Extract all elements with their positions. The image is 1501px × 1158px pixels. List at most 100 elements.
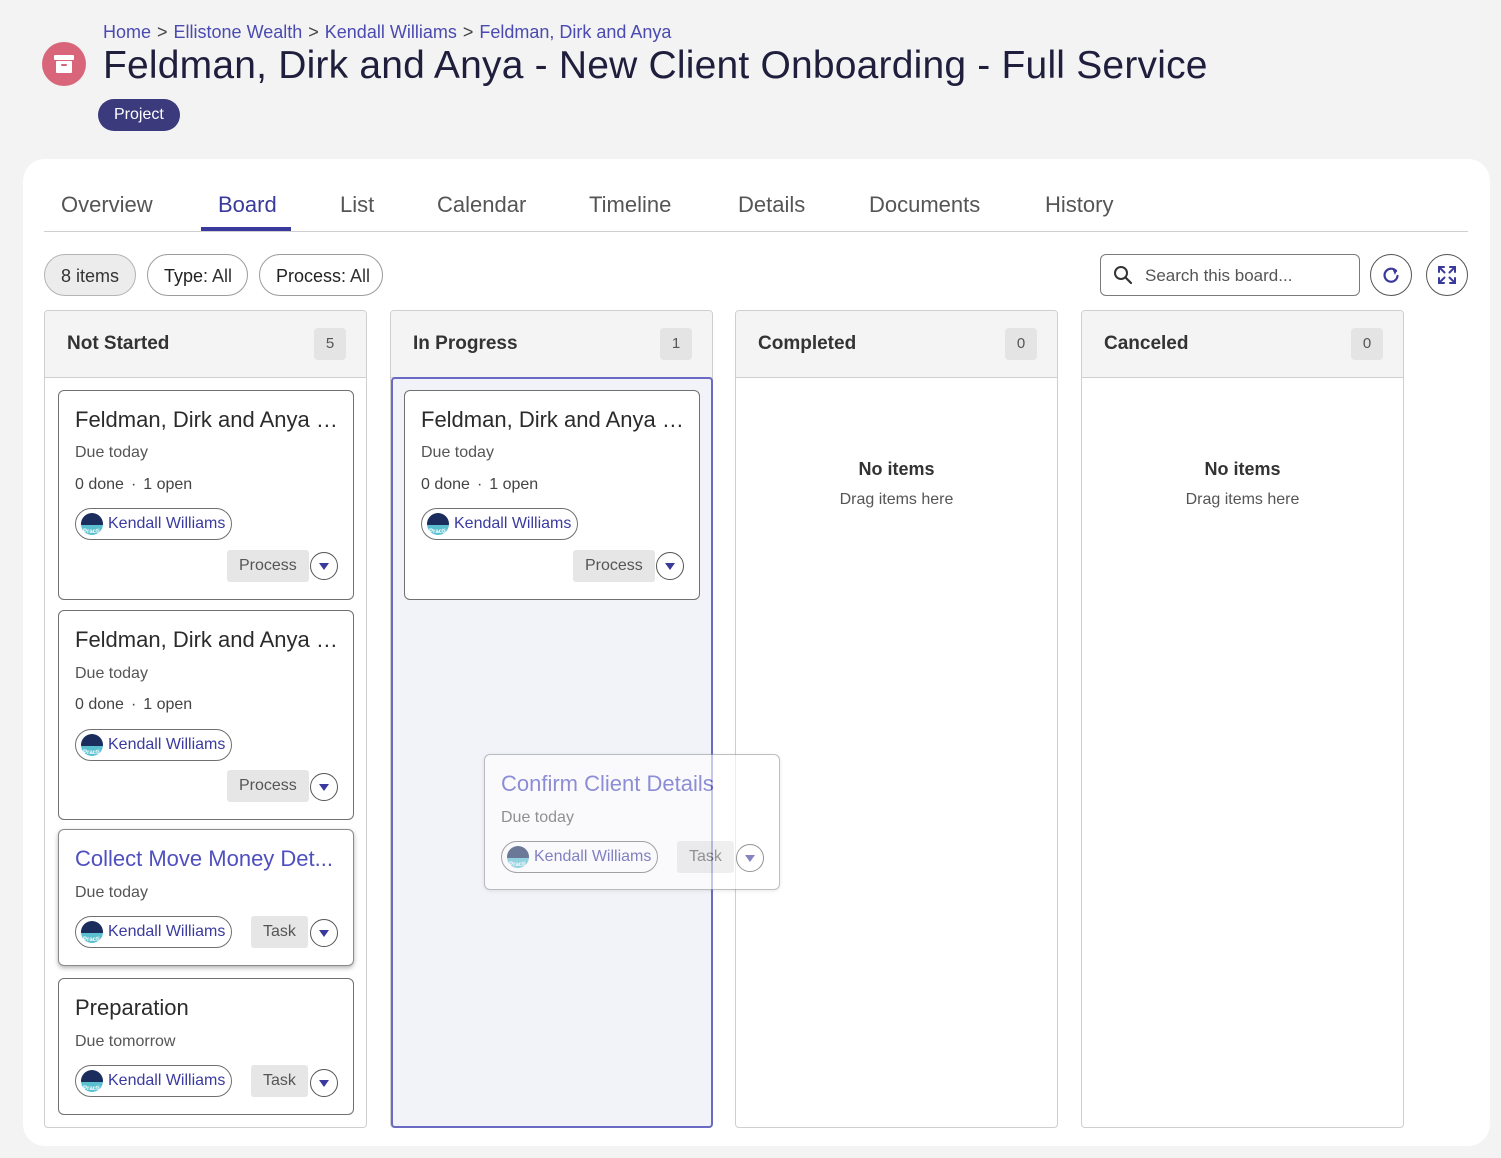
card-menu-button[interactable] <box>310 919 338 947</box>
open-count: 1 open <box>489 476 539 493</box>
active-tab-indicator <box>201 227 291 231</box>
assignee-chip[interactable]: Practi Kendall Williams <box>75 729 233 761</box>
search-input[interactable] <box>1143 263 1352 289</box>
chevron-down-icon <box>319 563 329 570</box>
tab-board[interactable]: Board <box>218 187 277 231</box>
breadcrumb-advisor[interactable]: Kendall Williams <box>325 22 457 42</box>
type-tag: Process <box>227 770 309 802</box>
card-progress: 0 done · 1 open <box>75 476 192 494</box>
process-filter-chip[interactable]: Process: All <box>259 254 383 296</box>
open-count: 1 open <box>143 696 193 713</box>
column-header: In Progress 1 <box>391 311 712 378</box>
board-card[interactable]: Feldman, Dirk and Anya -... Due today 0 … <box>58 390 354 600</box>
card-menu-button[interactable] <box>310 773 338 801</box>
tab-calendar[interactable]: Calendar <box>437 187 526 231</box>
assignee-name: Kendall Williams <box>108 923 226 940</box>
type-filter-label: Type: <box>164 266 209 286</box>
tab-list[interactable]: List <box>340 187 374 231</box>
card-due-date: Due today <box>75 444 148 461</box>
open-count: 1 open <box>143 476 193 493</box>
card-title[interactable]: Preparation <box>75 995 339 1021</box>
avatar-text: Practi <box>429 529 446 535</box>
breadcrumb-separator: > <box>157 22 168 42</box>
chevron-down-icon <box>319 1080 329 1087</box>
column-count: 0 <box>1005 328 1037 360</box>
board-card[interactable]: Collect Move Money Det... Due today Prac… <box>58 829 354 966</box>
fullscreen-button[interactable] <box>1426 254 1468 296</box>
type-tag: Task <box>251 916 308 948</box>
card-title[interactable]: Feldman, Dirk and Anya -... <box>75 627 339 653</box>
column-completed: Completed 0 No items Drag items here <box>735 310 1058 1128</box>
assignee-name: Kendall Williams <box>534 848 652 865</box>
breadcrumb-client[interactable]: Feldman, Dirk and Anya <box>479 22 671 42</box>
avatar: Practi <box>427 513 449 535</box>
done-count: 0 done <box>75 476 124 493</box>
column-title: Canceled <box>1104 333 1189 354</box>
type-tag: Process <box>573 550 655 582</box>
card-menu-button[interactable] <box>736 844 764 872</box>
breadcrumb: Home > Ellistone Wealth > Kendall Williams > F… <box>103 22 671 43</box>
column-header: Not Started 5 <box>45 311 366 378</box>
tab-overview[interactable]: Overview <box>61 187 153 231</box>
card-due-date: Due today <box>75 665 148 682</box>
tab-documents[interactable]: Documents <box>869 187 980 231</box>
assignee-name: Kendall Williams <box>108 736 226 753</box>
assignee-chip[interactable]: Practi Kendall Williams <box>75 508 233 540</box>
column-title: Completed <box>758 333 857 354</box>
item-count-chip[interactable]: 8 items <box>44 254 136 296</box>
dragging-card[interactable]: Confirm Client Details Due today Practi K… <box>484 754 780 890</box>
card-title[interactable]: Feldman, Dirk and Anya -... <box>421 407 685 433</box>
assignee-chip[interactable]: Practi Kendall Williams <box>501 841 659 873</box>
avatar: Practi <box>81 513 103 535</box>
type-filter-value: All <box>212 266 233 286</box>
tab-history[interactable]: History <box>1045 187 1113 231</box>
column-count: 1 <box>660 328 692 360</box>
breadcrumb-organization[interactable]: Ellistone Wealth <box>174 22 303 42</box>
refresh-button[interactable] <box>1370 254 1412 296</box>
card-title[interactable]: Collect Move Money Det... <box>75 846 339 872</box>
assignee-chip[interactable]: Practi Kendall Williams <box>421 508 579 540</box>
breadcrumb-home[interactable]: Home <box>103 22 151 42</box>
column-title: In Progress <box>413 333 518 354</box>
empty-state-title: No items <box>1204 459 1281 479</box>
card-due-date: Due today <box>421 444 494 461</box>
board-card[interactable]: Feldman, Dirk and Anya -... Due today 0 … <box>58 610 354 820</box>
card-progress: 0 done · 1 open <box>421 476 538 494</box>
type-tag: Process <box>227 550 309 582</box>
board-card[interactable]: Feldman, Dirk and Anya -... Due today 0 … <box>404 390 700 600</box>
done-count: 0 done <box>75 696 124 713</box>
type-tag: Task <box>251 1065 308 1097</box>
tab-timeline[interactable]: Timeline <box>589 187 671 231</box>
tab-bar: Overview Board List Calendar Timeline De… <box>44 187 1468 232</box>
breadcrumb-separator: > <box>308 22 319 42</box>
project-badge: Project <box>98 99 180 131</box>
board-card[interactable]: Preparation Due tomorrow Practi Kendall W… <box>58 978 354 1115</box>
card-title[interactable]: Feldman, Dirk and Anya -... <box>75 407 339 433</box>
empty-state-hint: Drag items here <box>839 491 954 508</box>
card-menu-button[interactable] <box>310 1069 338 1097</box>
assignee-name: Kendall Williams <box>108 1072 226 1089</box>
assignee-chip[interactable]: Practi Kendall Williams <box>75 916 233 948</box>
chevron-down-icon <box>665 563 675 570</box>
archive-box-icon <box>42 42 86 86</box>
avatar-text: Practi <box>83 750 100 756</box>
type-tag: Task <box>677 841 734 873</box>
avatar-text: Practi <box>509 862 526 868</box>
column-canceled: Canceled 0 No items Drag items here <box>1081 310 1404 1128</box>
assignee-name: Kendall Williams <box>454 515 572 532</box>
refresh-icon <box>1383 267 1399 283</box>
avatar-text: Practi <box>83 1086 100 1092</box>
card-menu-button[interactable] <box>310 552 338 580</box>
breadcrumb-separator: > <box>462 22 474 42</box>
tab-details[interactable]: Details <box>738 187 805 231</box>
card-menu-button[interactable] <box>656 552 684 580</box>
chevron-down-icon <box>745 855 755 862</box>
assignee-name: Kendall Williams <box>108 515 226 532</box>
card-due-date: Due today <box>501 809 574 826</box>
type-filter-chip[interactable]: Type: All <box>147 254 248 296</box>
avatar: Practi <box>81 1070 103 1092</box>
card-due-date: Due tomorrow <box>75 1033 176 1050</box>
progress-separator: · <box>130 696 137 713</box>
assignee-chip[interactable]: Practi Kendall Williams <box>75 1065 233 1097</box>
card-title[interactable]: Confirm Client Details <box>501 771 765 797</box>
